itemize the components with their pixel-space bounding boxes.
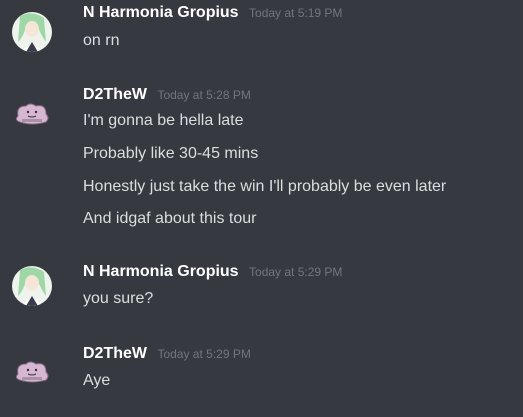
timestamp: Today at 5:19 PM xyxy=(249,6,343,20)
message-text: you sure? xyxy=(83,290,154,307)
username[interactable]: N Harmonia Gropius xyxy=(83,263,239,280)
username[interactable]: D2TheW xyxy=(83,86,147,103)
message-text: Honestly just take the win I'll probably… xyxy=(83,178,447,195)
username[interactable]: N Harmonia Gropius xyxy=(83,4,239,21)
timestamp: Today at 5:29 PM xyxy=(249,265,343,279)
username[interactable]: D2TheW xyxy=(83,345,147,362)
ditto-avatar[interactable] xyxy=(12,94,52,134)
timestamp: Today at 5:29 PM xyxy=(157,347,251,361)
ditto-avatar[interactable] xyxy=(12,352,52,392)
message-text: Aye xyxy=(83,372,111,389)
message-text: Probably like 30-45 mins xyxy=(83,145,259,162)
message-text: And idgaf about this tour xyxy=(83,210,257,227)
harmonia-avatar[interactable] xyxy=(12,266,52,306)
message-text: I'm gonna be hella late xyxy=(83,112,244,129)
message-text: on rn xyxy=(83,32,120,49)
timestamp: Today at 5:28 PM xyxy=(157,88,251,102)
harmonia-avatar[interactable] xyxy=(12,12,52,52)
